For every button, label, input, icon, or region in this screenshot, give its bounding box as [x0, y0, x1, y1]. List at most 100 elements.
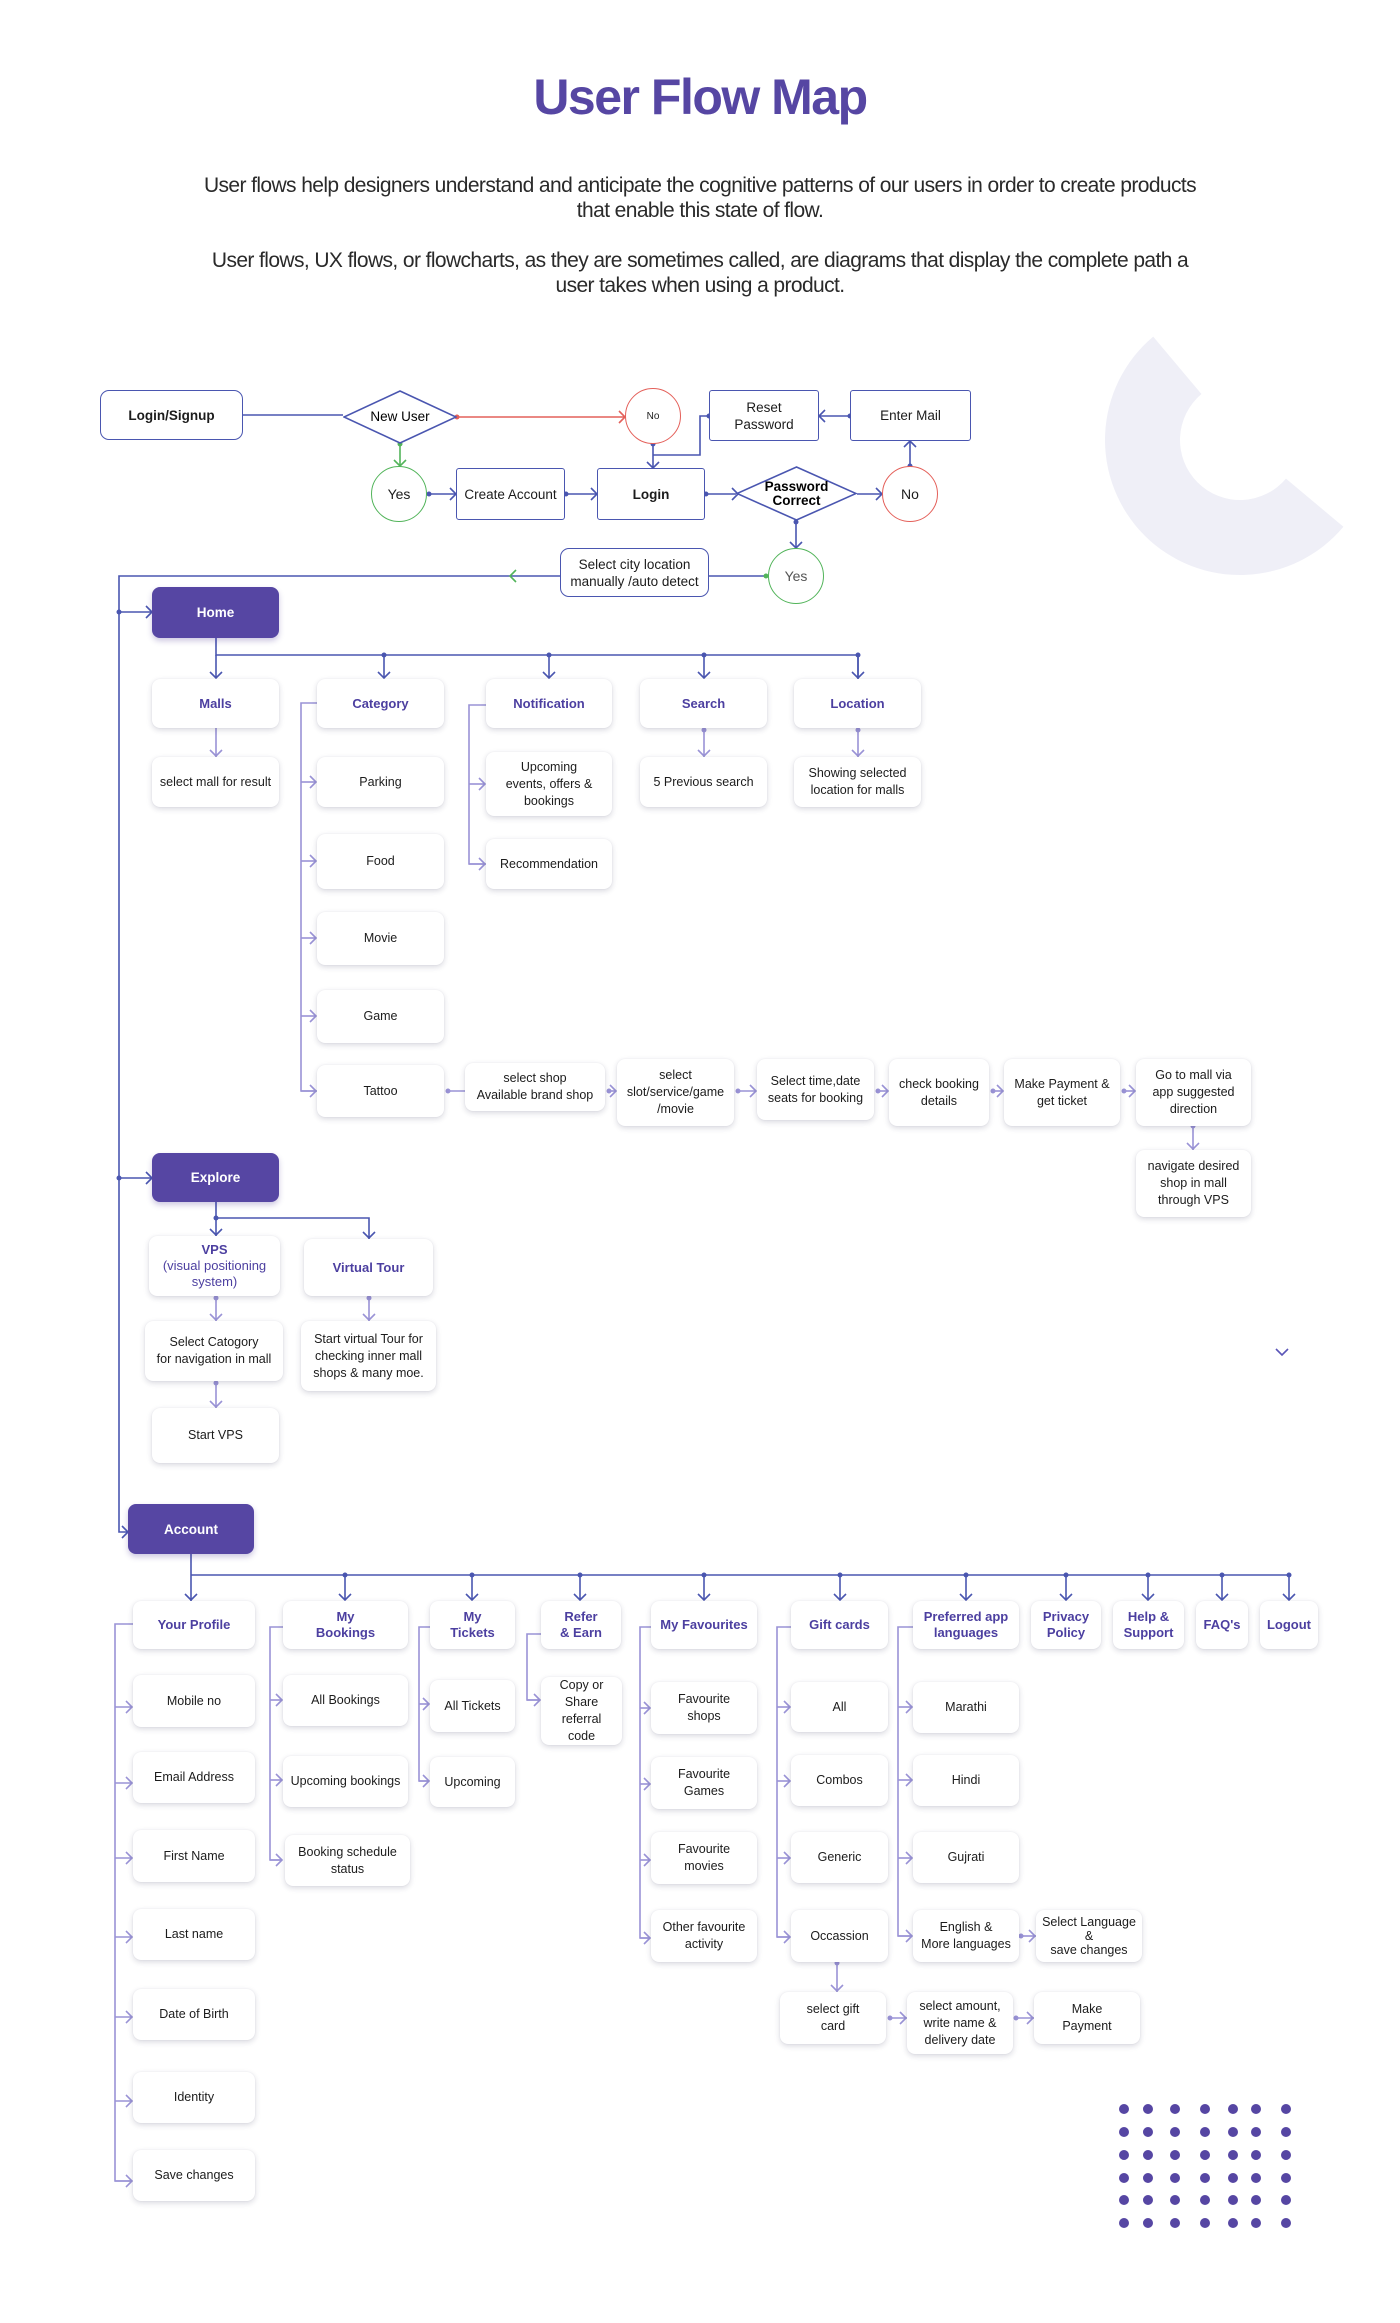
profile-item[interactable]: Email Address: [133, 1752, 255, 1803]
booking-flow-step[interactable]: select slot/service/game /movie: [617, 1059, 734, 1126]
home-item[interactable]: Movie: [317, 912, 444, 965]
home-section-search[interactable]: Search: [640, 679, 767, 728]
arrow-head-icon: [478, 777, 487, 791]
connector-dot: [837, 1572, 843, 1578]
reset-password-node[interactable]: Reset Password: [709, 390, 819, 441]
arrow-head-icon: [1059, 1593, 1073, 1602]
home-item[interactable]: Food: [317, 834, 444, 889]
booking-flow-step[interactable]: Make Payment & get ticket: [1004, 1059, 1120, 1126]
account-section-refer-earn[interactable]: Refer & Earn: [541, 1601, 621, 1649]
arrow-head-icon: [125, 1930, 134, 1944]
home-item[interactable]: Recommendation: [486, 839, 612, 889]
decor-dot: [1119, 2127, 1129, 2137]
bookings-item[interactable]: Upcoming bookings: [283, 1756, 408, 1807]
home-item[interactable]: Parking: [317, 757, 444, 807]
explore-node[interactable]: Explore: [152, 1153, 279, 1202]
bookings-item[interactable]: All Bookings: [283, 1675, 408, 1726]
password-correct-decision[interactable]: Password Correct: [736, 466, 857, 521]
language-item[interactable]: Marathi: [913, 1682, 1019, 1733]
account-section-privacy-policy[interactable]: Privacy Policy: [1031, 1601, 1101, 1649]
favourites-item[interactable]: Other favourite activity: [651, 1910, 757, 1962]
arrow-head-icon: [899, 2011, 908, 2025]
profile-item[interactable]: Date of Birth: [133, 1989, 255, 2040]
enter-mail-node[interactable]: Enter Mail: [850, 390, 971, 441]
gift-cards-item[interactable]: All: [791, 1682, 888, 1732]
gift-flow-step[interactable]: select gift card: [780, 1992, 886, 2044]
home-section-notification[interactable]: Notification: [486, 679, 612, 728]
favourites-item[interactable]: Favourite movies: [651, 1832, 757, 1884]
tickets-item[interactable]: Upcoming: [430, 1757, 515, 1807]
arrow-head-icon: [125, 1700, 134, 1714]
connector-dot: [606, 1088, 612, 1094]
tickets-item[interactable]: All Tickets: [430, 1680, 515, 1732]
gift-flow-step[interactable]: select amount, write name & delivery dat…: [907, 1992, 1013, 2054]
account-section-faqs[interactable]: FAQ's: [1196, 1601, 1248, 1649]
account-section-your-profile[interactable]: Your Profile: [133, 1601, 255, 1649]
language-item[interactable]: Hindi: [913, 1755, 1019, 1806]
account-section-my-favourites[interactable]: My Favourites: [651, 1601, 757, 1649]
profile-item[interactable]: Mobile no: [133, 1675, 255, 1727]
arrow-head-icon: [783, 1700, 792, 1714]
profile-item[interactable]: Identity: [133, 2072, 255, 2123]
arrow-head-icon: [1141, 1593, 1155, 1602]
chevron-down-icon[interactable]: [1274, 1346, 1290, 1358]
home-item[interactable]: Showing selected location for malls: [794, 757, 921, 807]
account-section-logout[interactable]: Logout: [1260, 1601, 1318, 1649]
connector-line: [526, 1633, 541, 1701]
booking-flow-step[interactable]: Select time,date seats for booking: [757, 1059, 874, 1120]
account-node[interactable]: Account: [128, 1504, 254, 1554]
booking-flow-step[interactable]: navigate desired shop in mall through VP…: [1136, 1150, 1251, 1217]
create-account-node[interactable]: Create Account: [456, 468, 565, 520]
home-item[interactable]: 5 Previous search: [640, 757, 767, 807]
gift-cards-item[interactable]: Occassion: [791, 1910, 888, 1962]
home-item[interactable]: Upcoming events, offers & bookings: [486, 752, 612, 816]
language-item[interactable]: English & More languages: [913, 1910, 1019, 1962]
no-circle-small[interactable]: No: [625, 388, 681, 444]
select-language-save-node[interactable]: Select Language & save changes: [1036, 1910, 1142, 1962]
connector-dot: [963, 1572, 969, 1578]
yes-circle-password[interactable]: Yes: [768, 548, 824, 604]
profile-item[interactable]: First Name: [133, 1830, 255, 1882]
profile-item[interactable]: Save changes: [133, 2150, 255, 2201]
favourites-item[interactable]: Favourite shops: [651, 1682, 757, 1734]
yes-circle[interactable]: Yes: [371, 466, 427, 522]
gift-cards-item[interactable]: Combos: [791, 1755, 888, 1806]
account-section-preferred-languages[interactable]: Preferred app languages: [913, 1601, 1019, 1649]
arrow-head-icon: [830, 1984, 844, 1993]
account-section-help-support[interactable]: Help & Support: [1113, 1601, 1184, 1649]
home-section-malls[interactable]: Malls: [152, 679, 279, 728]
connector-line: [468, 704, 486, 865]
language-item[interactable]: Gujrati: [913, 1832, 1019, 1883]
explore-section-virtual-tour[interactable]: Virtual Tour: [304, 1239, 433, 1296]
explore-section-vps[interactable]: VPS (visual positioning system): [149, 1236, 280, 1296]
account-section-gift-cards[interactable]: Gift cards: [791, 1601, 888, 1649]
home-item[interactable]: select mall for result: [152, 757, 279, 807]
new-user-decision[interactable]: New User: [343, 390, 457, 444]
favourites-item[interactable]: Favourite Games: [651, 1757, 757, 1809]
no-circle[interactable]: No: [882, 466, 938, 522]
home-section-category[interactable]: Category: [317, 679, 444, 728]
profile-item[interactable]: Last name: [133, 1909, 255, 1960]
new-user-label: New User: [370, 409, 430, 424]
account-section-my-tickets[interactable]: My Tickets: [430, 1601, 515, 1649]
select-city-node[interactable]: Select city location manually /auto dete…: [560, 548, 709, 597]
home-node[interactable]: Home: [152, 587, 279, 638]
bookings-item[interactable]: Booking schedule status: [285, 1835, 410, 1886]
refer-item[interactable]: Copy or Share referral code: [541, 1677, 622, 1745]
decor-dot: [1281, 2218, 1291, 2228]
booking-flow-step[interactable]: Go to mall via app suggested direction: [1136, 1059, 1251, 1126]
login-node[interactable]: Login: [597, 468, 705, 520]
booking-flow-step[interactable]: check booking details: [889, 1059, 989, 1126]
home-item[interactable]: Game: [317, 990, 444, 1043]
home-section-location[interactable]: Location: [794, 679, 921, 728]
explore-item[interactable]: Start VPS: [152, 1408, 279, 1463]
account-section-my-bookings[interactable]: My Bookings: [283, 1601, 408, 1649]
gift-flow-step[interactable]: Make Payment: [1034, 1992, 1140, 2044]
login-signup-node[interactable]: Login/Signup: [100, 390, 243, 440]
home-item[interactable]: Tattoo: [317, 1065, 444, 1117]
explore-item[interactable]: Select Catogory for navigation in mall: [145, 1321, 283, 1381]
booking-flow-step[interactable]: select shop Available brand shop: [465, 1063, 605, 1111]
decor-dot: [1143, 2127, 1153, 2137]
explore-item[interactable]: Start virtual Tour for checking inner ma…: [301, 1321, 436, 1391]
gift-cards-item[interactable]: Generic: [791, 1832, 888, 1883]
